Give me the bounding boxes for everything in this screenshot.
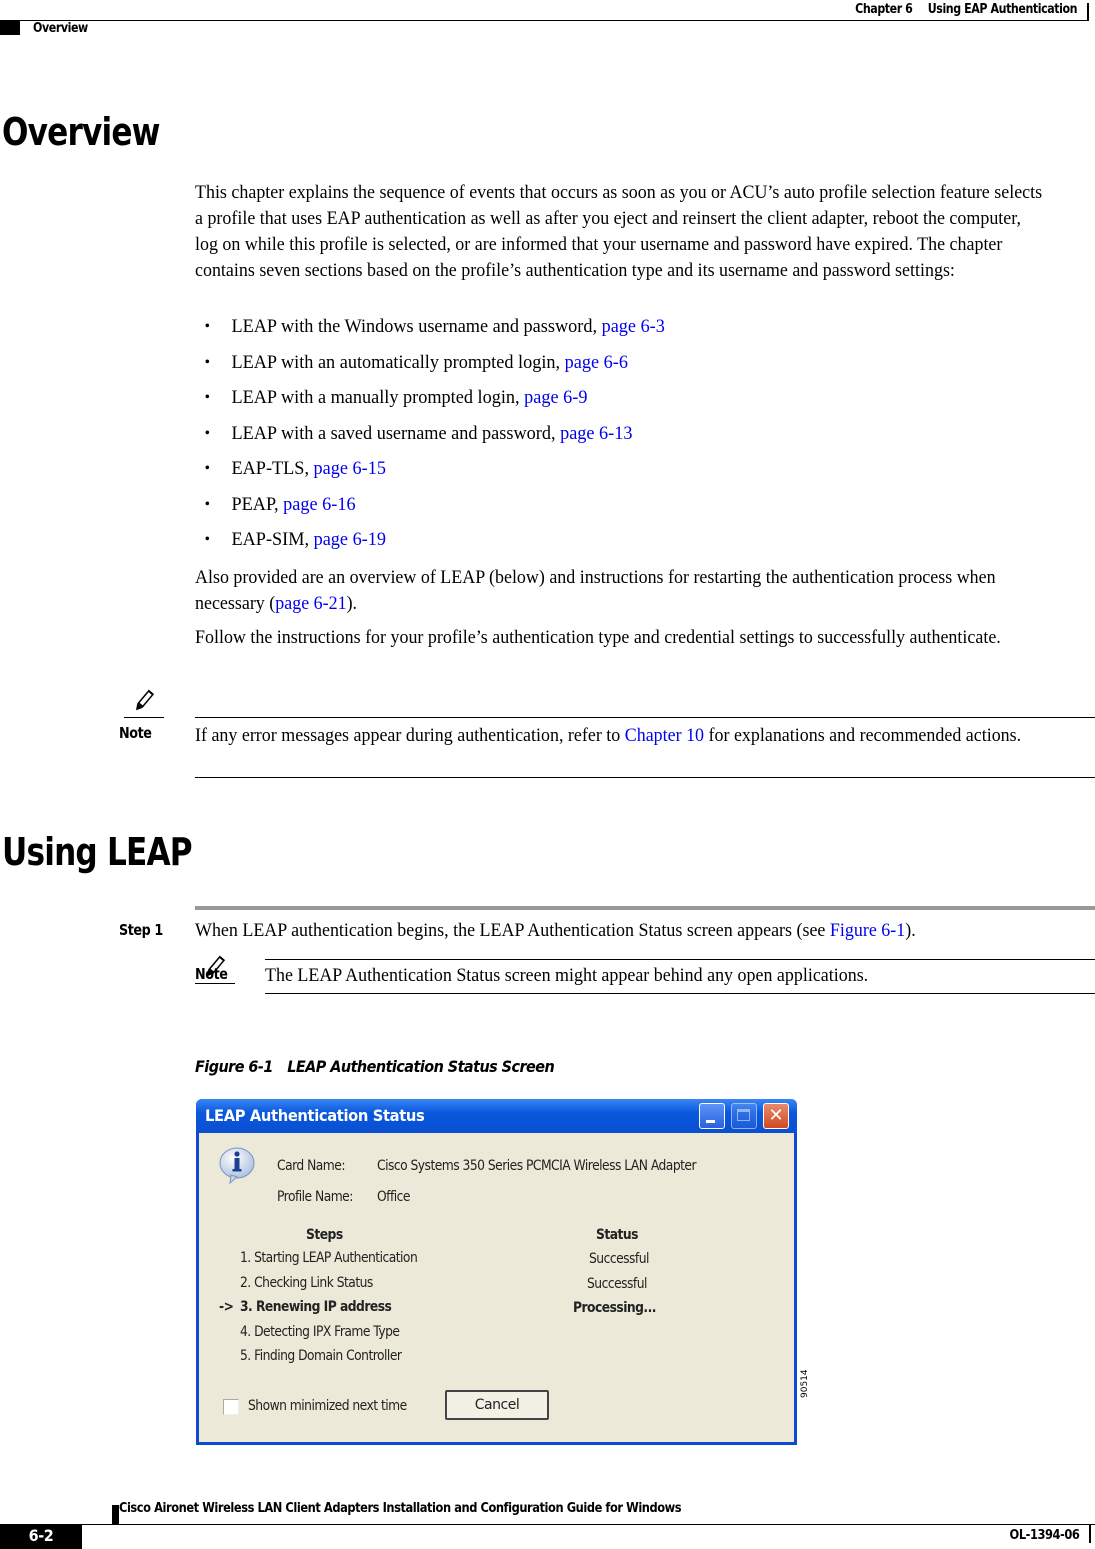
- list-item-text: LEAP with a manually prompted login,: [231, 387, 525, 408]
- current-step-arrow-icon: ->: [219, 1299, 234, 1315]
- bullet-icon: •: [204, 531, 210, 548]
- list-item-text: LEAP with a saved username and password,: [231, 422, 561, 444]
- list-item-text: EAP-TLS,: [231, 458, 314, 479]
- overview-follow-paragraph: Follow the instructions for your profile…: [195, 627, 1001, 648]
- leap-status-dialog: LEAP Authentication Status ✕ Card Name: …: [196, 1099, 797, 1445]
- footer-rule: [0, 1524, 1095, 1525]
- step-rule: [195, 906, 1095, 910]
- page-link[interactable]: page 6-21: [275, 593, 346, 614]
- bullet-icon: •: [204, 389, 210, 406]
- status-header: Status: [596, 1227, 638, 1243]
- footer-guide-title: Cisco Aironet Wireless LAN Client Adapte…: [119, 1501, 682, 1516]
- page-link[interactable]: page 6-9: [524, 387, 587, 408]
- page-link[interactable]: page 6-3: [602, 316, 665, 337]
- profile-name-value: Office: [377, 1189, 411, 1205]
- header-vertical-bar: [1087, 3, 1089, 21]
- note-top-rule: [265, 959, 1095, 960]
- list-item: • EAP-TLS, page 6-15: [195, 456, 665, 492]
- doc-number: OL-1394-06: [1009, 1528, 1079, 1543]
- list-item: • LEAP with the Windows username and pass…: [195, 314, 665, 350]
- note-label: Note: [119, 724, 152, 742]
- overview-heading: Overview: [2, 110, 160, 154]
- figure-link[interactable]: Figure 6-1: [830, 920, 905, 941]
- list-item: • EAP-SIM, page 6-19: [195, 527, 665, 563]
- bullet-icon: •: [204, 424, 210, 442]
- note-text-part: for explanations and recommended actions…: [704, 725, 1022, 746]
- step-label: 1. Starting LEAP Authentication: [240, 1250, 418, 1266]
- note-top-rule: [195, 717, 1095, 718]
- minimize-button[interactable]: [699, 1103, 725, 1129]
- close-icon: ✕: [768, 1105, 784, 1126]
- list-item: • PEAP, page 6-16: [195, 492, 665, 528]
- figure-id: 90514: [800, 1369, 810, 1398]
- note-text: The LEAP Authentication Status screen mi…: [265, 965, 869, 986]
- list-item: • LEAP with a saved username and password…: [195, 421, 665, 457]
- step-text: When LEAP authentication begins, the LEA…: [195, 918, 1046, 944]
- using-leap-heading: Using LEAP: [2, 830, 193, 874]
- page-link[interactable]: page 6-6: [565, 352, 628, 373]
- bullet-icon: •: [204, 495, 210, 513]
- maximize-button[interactable]: [731, 1103, 757, 1129]
- step-label: Step 1: [119, 921, 163, 939]
- step-status: Processing...: [573, 1300, 656, 1316]
- list-item: • LEAP with an automatically prompted log…: [195, 350, 665, 386]
- profile-name-label: Profile Name:: [277, 1189, 353, 1205]
- paragraph-text: ).: [346, 593, 358, 614]
- header-rule: [0, 20, 1088, 21]
- header-chapter-number: Chapter 6: [855, 2, 913, 17]
- header-chapter-title: Using EAP Authentication: [927, 2, 1078, 17]
- step-status: Successful: [587, 1276, 647, 1292]
- list-item: • LEAP with a manually prompted login, pa…: [195, 385, 665, 421]
- overview-intro: This chapter explains the sequence of ev…: [195, 182, 1043, 281]
- dialog-titlebar[interactable]: LEAP Authentication Status ✕: [196, 1099, 797, 1133]
- show-minimized-checkbox[interactable]: [223, 1399, 239, 1415]
- steps-header: Steps: [306, 1227, 343, 1243]
- figure-title: LEAP Authentication Status Screen: [287, 1057, 555, 1076]
- page-link[interactable]: page 6-13: [560, 423, 632, 444]
- list-item-text: PEAP,: [231, 493, 284, 515]
- step-label: 5. Finding Domain Controller: [240, 1348, 402, 1364]
- dialog-title: LEAP Authentication Status: [205, 1106, 425, 1125]
- page-link[interactable]: page 6-15: [314, 458, 386, 479]
- page-link[interactable]: page 6-16: [283, 494, 355, 515]
- overview-also-paragraph: Also provided are an overview of LEAP (b…: [195, 565, 1046, 617]
- step-label: 4. Detecting IPX Frame Type: [240, 1324, 400, 1340]
- show-minimized-label[interactable]: Shown minimized next time: [248, 1398, 407, 1414]
- step-label: 3. Renewing IP address: [240, 1299, 392, 1315]
- close-button[interactable]: ✕: [763, 1103, 789, 1129]
- list-item-text: LEAP with an automatically prompted logi…: [231, 351, 565, 373]
- note-label: Note: [195, 965, 228, 983]
- note-pencil-icon: [124, 688, 164, 718]
- note-text-part: If any error messages appear during auth…: [195, 725, 625, 746]
- list-item-text: LEAP with the Windows username and passw…: [231, 316, 602, 337]
- card-name-value: Cisco Systems 350 Series PCMCIA Wireless…: [377, 1158, 697, 1174]
- header-section: Overview: [33, 21, 88, 36]
- section-list: • LEAP with the Windows username and pass…: [195, 314, 684, 563]
- note-text: If any error messages appear during auth…: [195, 723, 1046, 749]
- bullet-icon: •: [204, 353, 210, 371]
- header-block: [0, 21, 20, 35]
- step-text-part: ).: [905, 920, 916, 941]
- step-status: Successful: [589, 1251, 649, 1267]
- bullet-icon: •: [204, 460, 210, 477]
- step-text-part: When LEAP authentication begins, the LEA…: [195, 920, 830, 941]
- info-icon: [217, 1145, 257, 1185]
- figure-caption: Figure 6-1 LEAP Authentication Status Scr…: [195, 1057, 555, 1076]
- bullet-icon: •: [204, 318, 210, 335]
- cancel-button[interactable]: Cancel: [445, 1390, 549, 1420]
- note-bottom-rule: [265, 993, 1095, 994]
- footer-vertical-bar: [1089, 1525, 1091, 1543]
- figure-number: Figure 6-1: [195, 1057, 273, 1076]
- chapter-link[interactable]: Chapter 10: [625, 725, 704, 746]
- page-link[interactable]: page 6-19: [314, 529, 386, 550]
- page-number: 6-2: [28, 1526, 54, 1545]
- footer-block: [112, 1505, 119, 1525]
- step-label: 2. Checking Link Status: [240, 1275, 373, 1291]
- card-name-label: Card Name:: [277, 1158, 345, 1174]
- note-bottom-rule: [195, 777, 1095, 778]
- list-item-text: EAP-SIM,: [231, 529, 314, 550]
- header-chapter: Chapter 6 Using EAP Authentication: [855, 2, 1077, 17]
